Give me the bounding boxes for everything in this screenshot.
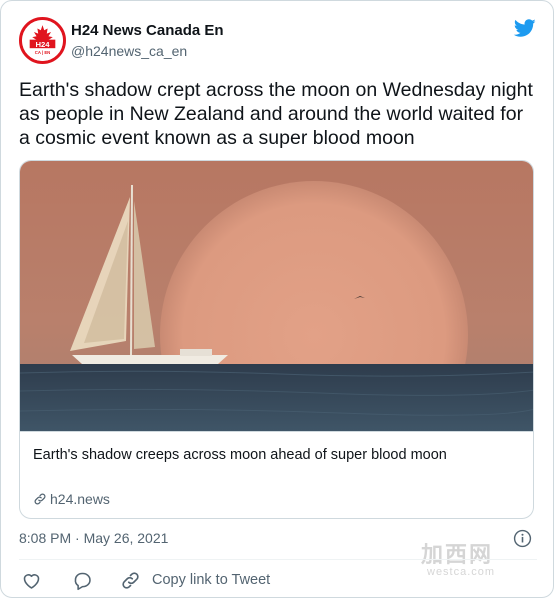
heart-icon	[23, 573, 40, 589]
card-image[interactable]	[20, 161, 533, 431]
card-domain[interactable]: h24.news	[33, 491, 110, 507]
reply-icon	[74, 572, 91, 590]
link-card[interactable]: Earth's shadow creeps across moon ahead …	[19, 160, 534, 519]
sailboat-moon-photo	[20, 161, 533, 431]
copy-link-button[interactable]: Copy link to Tweet	[120, 567, 270, 593]
tweet-header: H24 CA | EN H24 News Canada En @h24news_…	[19, 17, 539, 65]
divider	[19, 559, 537, 560]
avatar-text: H24	[35, 40, 50, 49]
tweet-actions: Copy link to Tweet	[19, 567, 539, 593]
card-domain-text: h24.news	[50, 491, 110, 507]
author-name[interactable]: H24 News Canada En	[71, 22, 224, 39]
link-icon	[122, 571, 139, 589]
avatar-logo: H24 CA | EN	[22, 20, 63, 61]
author-handle[interactable]: @h24news_ca_en	[71, 43, 187, 59]
card-title[interactable]: Earth's shadow creeps across moon ahead …	[33, 447, 447, 463]
like-button[interactable]	[21, 567, 42, 593]
tweet-timestamp[interactable]: 8:08 PM · May 26, 2021	[19, 530, 168, 546]
card-meta[interactable]: Earth's shadow creeps across moon ahead …	[20, 431, 533, 518]
avatar[interactable]: H24 CA | EN	[19, 17, 66, 64]
copy-link-label: Copy link to Tweet	[152, 572, 271, 588]
tweet-embed: H24 CA | EN H24 News Canada En @h24news_…	[0, 0, 554, 598]
watermark-cn: 加西网	[421, 543, 494, 568]
tweet-text: Earth's shadow crept across the moon on …	[19, 79, 533, 149]
link-icon	[34, 493, 46, 505]
avatar-subtext: CA | EN	[35, 50, 51, 55]
twitter-bird-icon[interactable]	[513, 17, 537, 39]
reply-button[interactable]	[72, 567, 93, 593]
